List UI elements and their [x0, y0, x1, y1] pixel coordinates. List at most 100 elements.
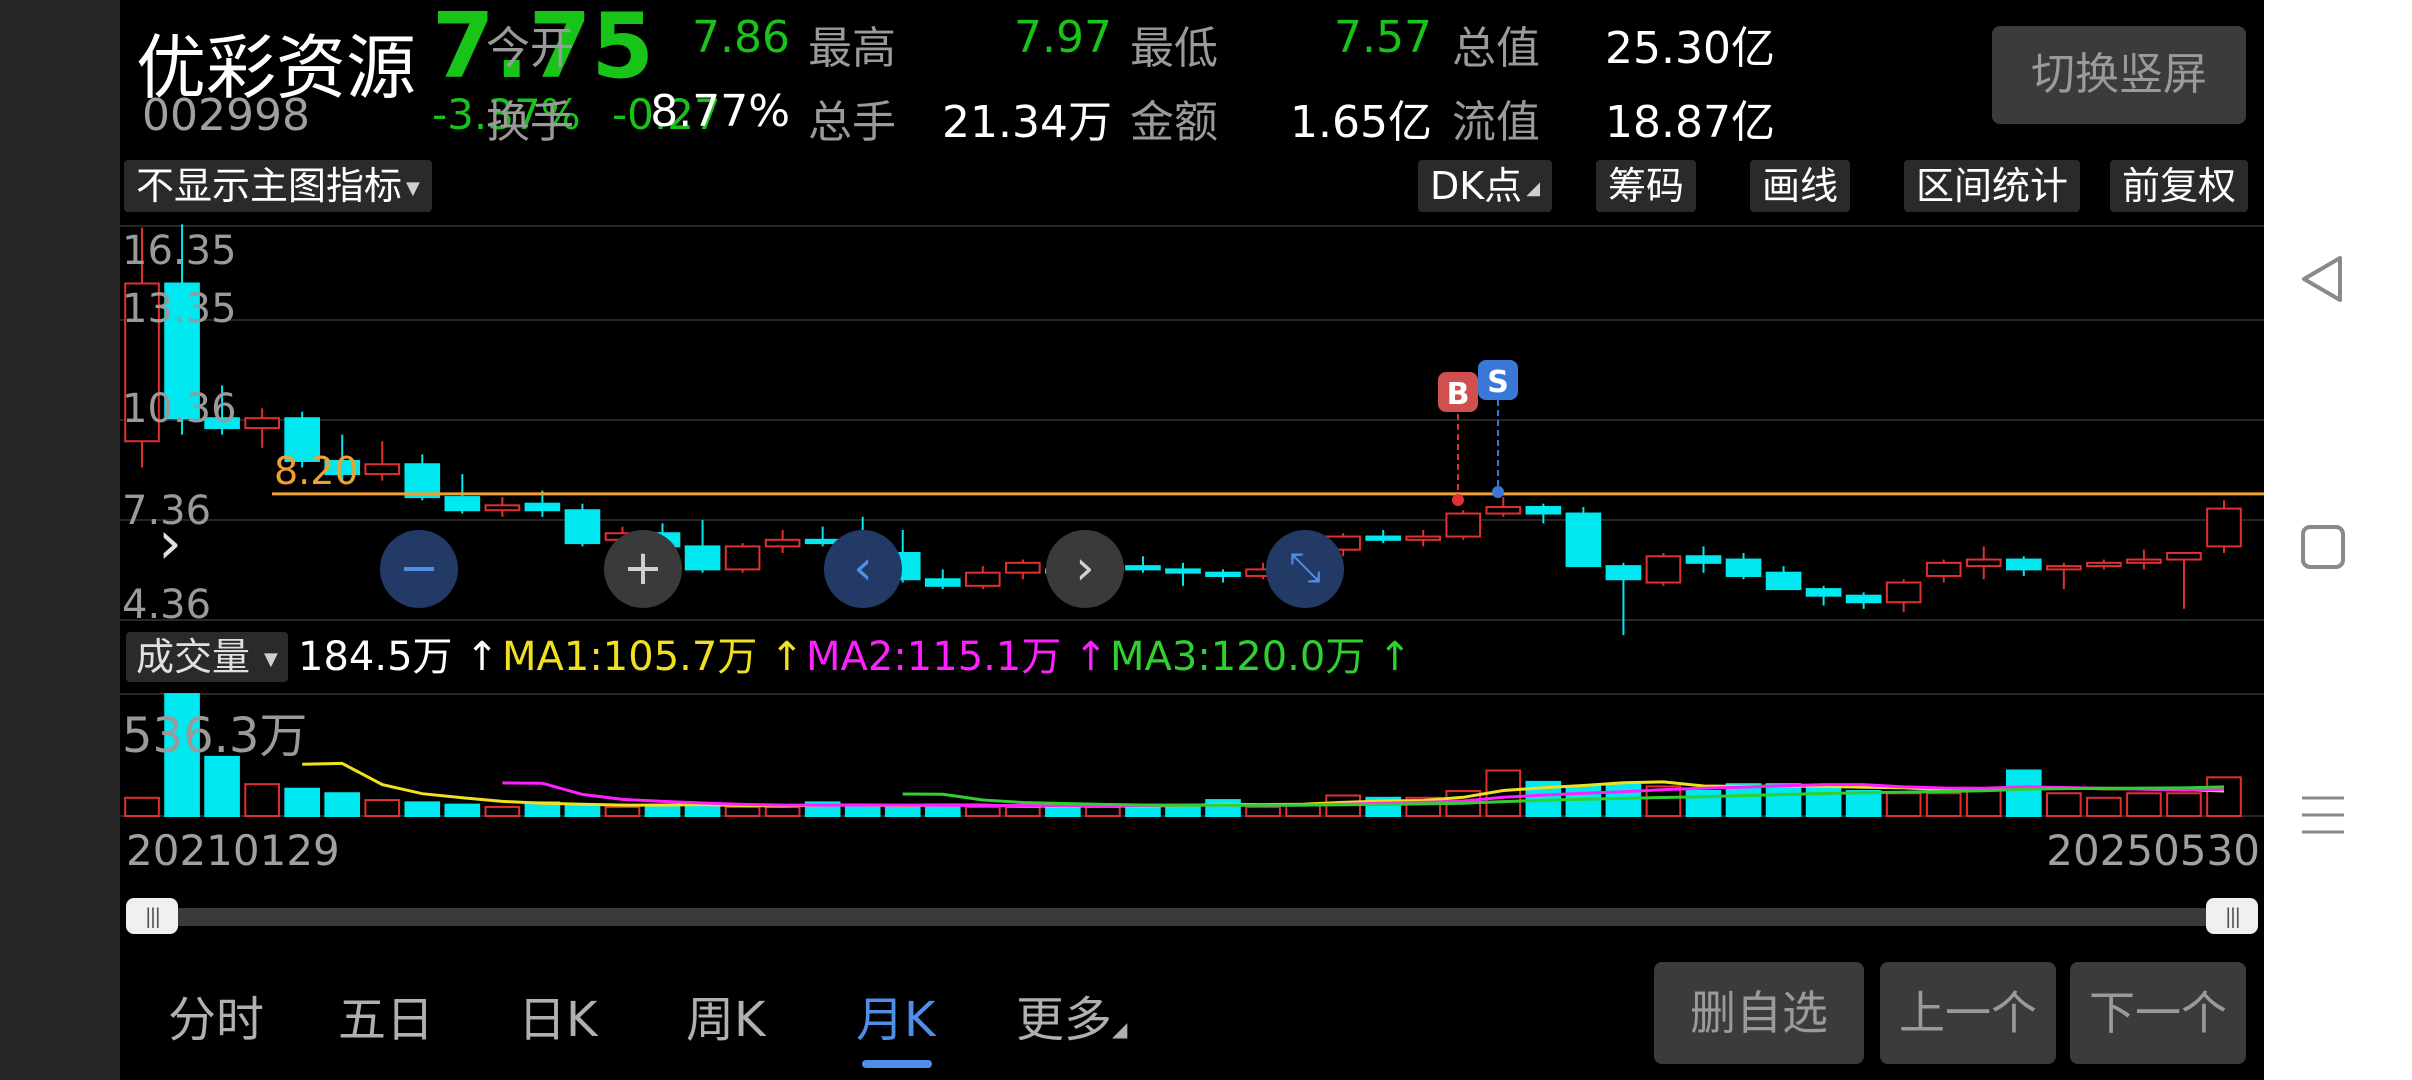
candle-body — [684, 545, 721, 571]
zoom-out-button[interactable]: − — [380, 530, 458, 608]
volume-bar — [1845, 789, 1882, 817]
remove-watchlist-button[interactable]: 删自选 — [1654, 962, 1864, 1064]
left-edge-strip — [0, 0, 120, 1080]
back-icon[interactable] — [2300, 254, 2344, 304]
volume-bar — [604, 805, 641, 818]
candle-body — [1005, 561, 1041, 574]
expand-panel-icon[interactable]: › — [158, 508, 182, 578]
pan-left-button[interactable]: ‹ — [824, 530, 902, 608]
tab-five-day[interactable]: 五日 — [338, 980, 434, 1050]
buy-marker-label: B — [1447, 377, 1470, 412]
stock-detail-screen: 优彩资源 002998 7.75 -3.37% -0.27 今开 7.86 最高… — [120, 0, 2264, 1080]
volume-bar — [1765, 783, 1802, 818]
volume-bar — [244, 783, 280, 818]
date-range-start: 20210129 — [126, 826, 340, 875]
volume-bar — [2206, 776, 2242, 818]
volume-bar — [1565, 785, 1602, 818]
candle-body — [2046, 565, 2082, 571]
next-stock-button[interactable]: 下一个 — [2070, 962, 2246, 1064]
candle-body — [1885, 581, 1922, 604]
volume-indicator-select[interactable]: 成交量 ▼ — [126, 632, 288, 682]
volume-ma2: MA2:115.1万 ↑ — [806, 632, 1108, 682]
candle-body — [364, 463, 401, 476]
candle-body — [1405, 535, 1442, 541]
volume-bar — [724, 805, 761, 818]
kline-chart[interactable]: 8.20 16.35 13.35 10.36 7.36 4.36 536.3万 … — [120, 0, 2264, 830]
candle-body — [444, 496, 481, 512]
candle-body — [764, 538, 801, 548]
chart-grid — [120, 225, 2264, 817]
reset-zoom-icon[interactable]: ⤡ — [1266, 530, 1344, 608]
volume-current: 184.5万 ↑ — [298, 632, 499, 682]
volume-ma-line — [502, 781, 2225, 808]
volume-bar — [1925, 792, 1962, 817]
volume-bar — [2166, 792, 2202, 817]
volume-bar — [284, 787, 320, 817]
tab-monthly-k[interactable]: 月K — [856, 980, 935, 1050]
volume-bar — [1965, 787, 2002, 817]
sell-marker[interactable]: S — [1478, 360, 1518, 498]
pan-right-button[interactable]: › — [1046, 530, 1124, 608]
candle-body — [2166, 551, 2202, 561]
buy-marker[interactable]: B — [1438, 372, 1478, 506]
range-slider-right-handle[interactable]: ||| — [2206, 898, 2258, 934]
volume-ma3: MA3:120.0万 ↑ — [1110, 632, 1412, 682]
home-icon[interactable] — [2300, 524, 2346, 570]
price-axis-label: 16.35 — [122, 228, 237, 274]
volume-bar — [884, 805, 921, 818]
candle-body — [1525, 505, 1562, 515]
candle-body — [924, 578, 961, 587]
up-arrow-icon: ↑ — [1074, 634, 1108, 680]
candle-body — [1845, 594, 1882, 604]
candle-body — [1605, 565, 1642, 581]
candle-body — [2005, 558, 2042, 571]
sell-marker-label: S — [1487, 365, 1509, 400]
tab-daily-k[interactable]: 日K — [518, 980, 597, 1050]
volume-ma2-value: MA2:115.1万 — [806, 634, 1062, 680]
up-arrow-icon: ↑ — [770, 634, 804, 680]
menu-icon[interactable] — [2300, 792, 2346, 838]
tab-weekly-k[interactable]: 周K — [686, 980, 765, 1050]
volume-bar — [324, 792, 361, 817]
price-axis-label: 13.35 — [122, 286, 237, 332]
candle-body — [2206, 507, 2242, 548]
candle-body — [1485, 505, 1522, 515]
volume-bar — [444, 803, 481, 818]
candle-body — [1765, 571, 1802, 591]
volume-ma1-value: MA1:105.7万 — [502, 634, 758, 680]
range-slider-left-handle[interactable]: ||| — [126, 898, 178, 934]
candle-body — [964, 571, 1001, 587]
volume-ma3-value: MA3:120.0万 — [1110, 634, 1366, 680]
candle-body — [1205, 571, 1241, 577]
volume-bar — [124, 796, 160, 817]
range-slider-track[interactable] — [132, 908, 2256, 926]
tab-more[interactable]: 更多◢ — [1016, 980, 1127, 1050]
candle-body — [1685, 555, 1722, 564]
volume-bar — [1725, 783, 1762, 818]
candle-body — [404, 463, 441, 499]
volume-bar — [964, 805, 1001, 818]
candle-body — [1805, 588, 1842, 597]
volume-bar — [1085, 805, 1121, 818]
candle-body — [1165, 568, 1201, 574]
candle-body — [1925, 561, 1962, 577]
volume-bar — [204, 755, 240, 818]
volume-bar — [564, 803, 601, 818]
volume-bar — [1885, 792, 1922, 817]
volume-bar — [764, 805, 801, 818]
volume-bar — [1685, 789, 1722, 817]
tab-intraday[interactable]: 分时 — [168, 980, 264, 1050]
price-axis-label: 4.36 — [122, 582, 211, 628]
candle-body — [1725, 558, 1762, 577]
candle-body — [2086, 561, 2122, 568]
zoom-in-button[interactable]: + — [604, 530, 682, 608]
candle-body — [564, 509, 601, 545]
volume-bar — [2126, 792, 2162, 817]
volume-indicator-label: 成交量 — [136, 635, 251, 679]
volume-bar — [364, 799, 401, 817]
volume-bar — [1805, 785, 1842, 818]
volume-bar — [404, 801, 441, 818]
volume-current-value: 184.5万 — [298, 634, 453, 680]
volume-bar — [2046, 792, 2082, 817]
previous-stock-button[interactable]: 上一个 — [1880, 962, 2056, 1064]
